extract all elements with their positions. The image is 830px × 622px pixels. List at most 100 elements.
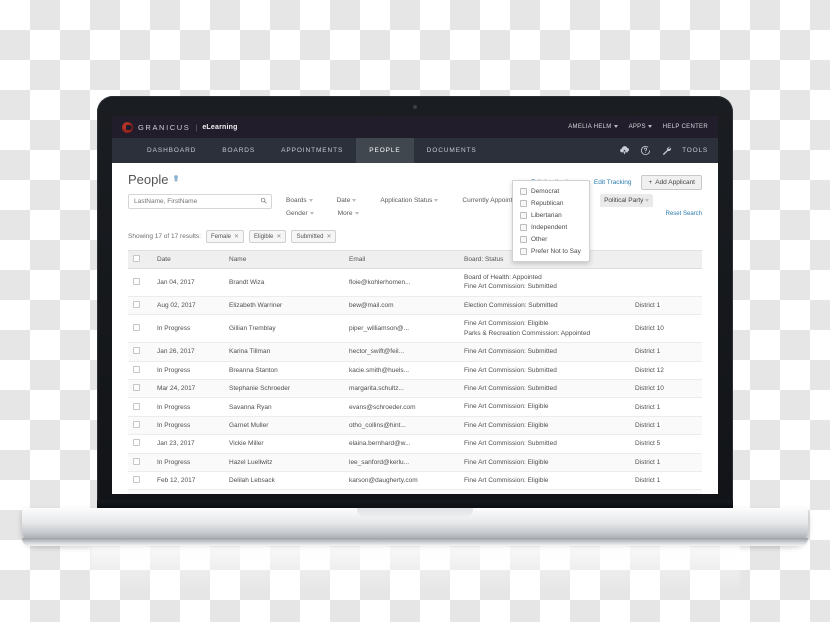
- column-header-email[interactable]: Email: [344, 250, 459, 269]
- search-input[interactable]: [128, 194, 272, 209]
- checkbox-icon[interactable]: [520, 199, 527, 207]
- row-select-cell[interactable]: [128, 416, 152, 436]
- dropdown-option-other[interactable]: Other: [513, 233, 589, 245]
- row-select-cell[interactable]: [128, 342, 152, 362]
- table-row[interactable]: Feb 12, 2017 Delilah Lebsack karson@daughe…: [128, 471, 702, 491]
- brand-separator: |: [195, 122, 198, 132]
- board-status-line: Fine Art Commission: Eligible: [464, 458, 549, 466]
- checkbox-icon[interactable]: [133, 255, 140, 262]
- brand[interactable]: GRANICUS | eLearning: [122, 121, 238, 133]
- table-row[interactable]: Jan 04, 2017 Brandt Wiza floie@kohlerhomen…: [128, 268, 702, 297]
- column-header-date[interactable]: Date: [152, 250, 224, 269]
- close-icon[interactable]: ✕: [326, 233, 331, 240]
- row-select-cell[interactable]: [128, 314, 152, 344]
- user-menu[interactable]: AMELIA HELM: [568, 124, 618, 130]
- checkbox-icon[interactable]: [520, 211, 527, 219]
- checkbox-icon[interactable]: [520, 223, 527, 231]
- checkbox-icon[interactable]: [520, 187, 527, 195]
- dropdown-option-independent[interactable]: Independent: [513, 221, 589, 233]
- filter-gender[interactable]: Gender: [282, 207, 318, 220]
- checkbox-icon[interactable]: [133, 439, 140, 447]
- tools-label[interactable]: TOOLS: [682, 147, 708, 154]
- checkbox-icon[interactable]: [520, 247, 527, 255]
- row-select-cell[interactable]: [128, 434, 152, 454]
- option-label: Prefer Not to Say: [531, 247, 581, 255]
- table-row[interactable]: Jan 23, 2017 Vickie Miller elaina.bernhard…: [128, 434, 702, 454]
- close-icon[interactable]: ✕: [276, 233, 281, 240]
- filter-chip-submitted[interactable]: Submitted ✕: [291, 230, 337, 243]
- checkbox-icon[interactable]: [133, 402, 140, 410]
- checkbox-icon[interactable]: [133, 347, 140, 355]
- table-row[interactable]: Mar 24, 2017 Stephanie Schroeder margarita…: [128, 379, 702, 399]
- wrench-icon[interactable]: [661, 145, 672, 156]
- search-icon[interactable]: [260, 197, 267, 206]
- political-party-dropdown: Democrat Republican Libertarian Independ…: [512, 180, 590, 262]
- row-select-cell[interactable]: [128, 453, 152, 473]
- table-body: Jan 04, 2017 Brandt Wiza floie@kohlerhomen…: [128, 268, 702, 494]
- checkbox-icon[interactable]: [133, 457, 140, 465]
- page-title-text: People: [128, 172, 169, 187]
- nav-item-boards[interactable]: BOARDS: [209, 138, 268, 163]
- row-select-cell[interactable]: [128, 268, 152, 297]
- dropdown-option-republican[interactable]: Republican: [513, 197, 589, 209]
- edit-tracking-link[interactable]: Edit Tracking: [585, 179, 631, 186]
- apps-menu[interactable]: APPS: [629, 124, 652, 130]
- filter-chip-eligible[interactable]: Eligible ✕: [249, 230, 287, 243]
- column-header-district: [630, 250, 702, 269]
- close-icon[interactable]: ✕: [234, 233, 239, 240]
- row-select-cell[interactable]: [128, 379, 152, 399]
- checkbox-icon[interactable]: [133, 324, 140, 332]
- chevron-down-icon: [354, 211, 359, 215]
- table-row[interactable]: Aug 02, 2017 Elizabeth Warriner bew@mail.c…: [128, 296, 702, 316]
- filter-chip-female[interactable]: Female ✕: [206, 230, 245, 243]
- table-row[interactable]: Jan 26, 2017 Karina Tillman hector_swift@f…: [128, 342, 702, 362]
- board-status-line: Fine Art Commission: Submitted: [464, 440, 557, 448]
- row-select-cell[interactable]: [128, 397, 152, 417]
- dropdown-option-libertarian[interactable]: Libertarian: [513, 209, 589, 221]
- cell-email: otho_collins@hint...: [344, 416, 459, 436]
- checkbox-icon[interactable]: [133, 421, 140, 428]
- select-all-header[interactable]: [128, 250, 152, 269]
- nav-item-documents[interactable]: DOCUMENTS: [414, 138, 490, 163]
- checkbox-icon[interactable]: [133, 301, 140, 309]
- nav-item-people[interactable]: PEOPLE: [356, 138, 414, 163]
- dropdown-option-democrat[interactable]: Democrat: [513, 185, 589, 197]
- row-select-cell[interactable]: [128, 471, 152, 491]
- filter-date[interactable]: Date: [333, 194, 361, 207]
- nav-item-dashboard[interactable]: DASHBOARD: [134, 138, 209, 163]
- help-center-link[interactable]: HELP CENTER: [663, 124, 708, 130]
- dropdown-option-prefer-not-to-say[interactable]: Prefer Not to Say: [513, 245, 589, 257]
- filter-application-status[interactable]: Application Status: [376, 194, 442, 207]
- table-row[interactable]: In Progress Gillian Tremblay piper_william…: [128, 314, 702, 344]
- filter-boards[interactable]: Boards: [282, 194, 317, 207]
- topbar-right: AMELIA HELM APPS HELP CENTER: [568, 124, 708, 130]
- cell-name: Elizabeth Warriner: [224, 296, 344, 316]
- table-row[interactable]: In Progress Breanna Stanton kacie.smith@hu…: [128, 361, 702, 380]
- row-select-cell[interactable]: [128, 489, 152, 494]
- reset-search-link[interactable]: Reset Search: [666, 211, 702, 217]
- cloud-upload-icon[interactable]: [619, 145, 630, 156]
- checkbox-icon[interactable]: [133, 476, 140, 484]
- table-row[interactable]: In Progress Savanna Ryan evans@schroeder.c…: [128, 397, 702, 417]
- board-status-line: Fine Art Commission: Submitted: [464, 384, 557, 392]
- option-label: Libertarian: [531, 211, 562, 219]
- table-row[interactable]: In ProgressKarine Klingmodesto@bergnaumg…: [128, 489, 702, 494]
- add-applicant-button[interactable]: + Add Applicant: [641, 175, 702, 190]
- results-summary: Showing 17 of 17 results: Female ✕ Eligi…: [128, 230, 702, 243]
- checkbox-icon[interactable]: [133, 384, 140, 392]
- cell-name: Karine Kling: [224, 489, 344, 494]
- cell-name: Brandt Wiza: [224, 268, 344, 297]
- checkbox-icon[interactable]: [520, 235, 527, 243]
- chevron-down-icon: [352, 198, 357, 202]
- row-select-cell[interactable]: [128, 296, 152, 316]
- column-header-name[interactable]: Name: [224, 250, 344, 269]
- help-chat-icon[interactable]: [640, 145, 651, 156]
- table-row[interactable]: In Progress Hazel Luellwitz lee_sanford@ke…: [128, 453, 702, 473]
- table-row[interactable]: In Progress Garnet Muller otho_collins@hin…: [128, 416, 702, 436]
- nav-item-appointments[interactable]: APPOINTMENTS: [268, 138, 356, 163]
- filter-political-party[interactable]: Political Party: [600, 194, 654, 207]
- checkbox-icon[interactable]: [133, 277, 140, 285]
- checkbox-icon[interactable]: [133, 365, 140, 373]
- filter-more[interactable]: More: [334, 207, 363, 220]
- row-select-cell[interactable]: [128, 361, 152, 380]
